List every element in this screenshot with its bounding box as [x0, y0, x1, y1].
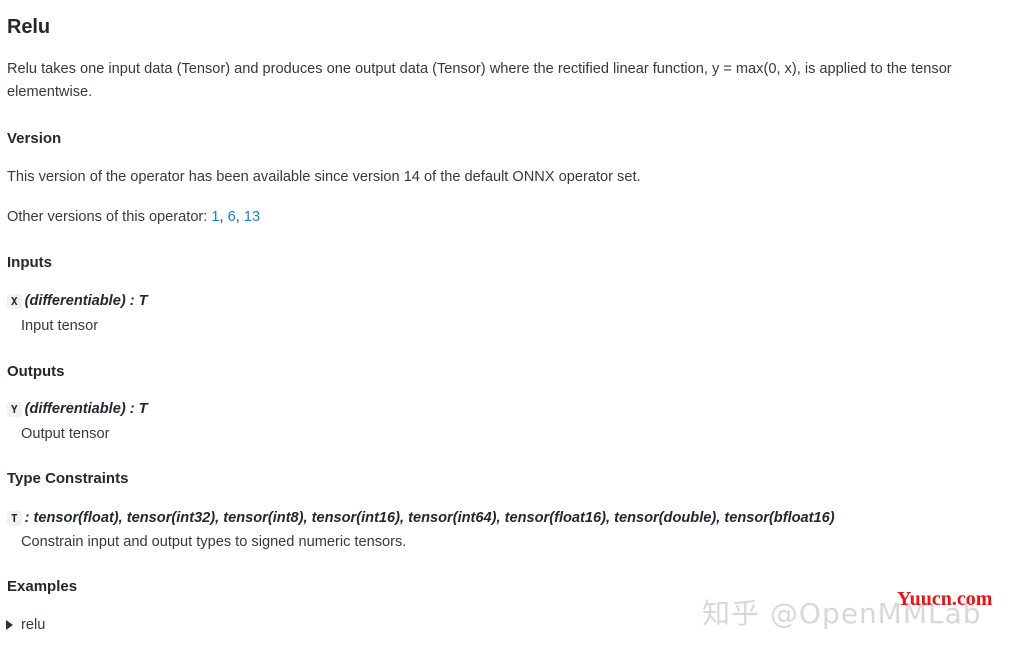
section-heading-examples: Examples [7, 578, 78, 595]
section-heading-type-constraints: Type Constraints [7, 470, 129, 487]
version-link-1[interactable]: 1 [211, 209, 219, 225]
version-link-6[interactable]: 6 [228, 209, 236, 225]
onnx-operator-doc: Relu Relu takes one input data (Tensor) … [0, 0, 1009, 654]
version-link-13[interactable]: 13 [244, 209, 260, 225]
input-param-x-description: Input tensor [21, 318, 99, 334]
page-title: Relu [7, 16, 50, 38]
version-availability-text: This version of the operator has been av… [7, 169, 641, 185]
watermark-zhihu: 知乎 @OpenMMLab [702, 597, 982, 630]
watermark-site: Yuucn.com [897, 588, 993, 610]
chevron-right-icon[interactable] [6, 620, 13, 630]
version-separator-2: , [235, 209, 244, 225]
output-param-y-signature: (differentiable) : T [24, 401, 148, 417]
operator-description: Relu takes one input data (Tensor) and p… [7, 61, 952, 100]
version-separator-1: , [219, 209, 228, 225]
type-constraint-t: T: tensor(float), tensor(int32), tensor(… [7, 508, 835, 528]
other-versions-label: Other versions of this operator: [7, 209, 212, 225]
input-param-x-signature: (differentiable) : T [24, 293, 148, 309]
type-constraint-t-name: T [7, 511, 22, 526]
section-heading-inputs: Inputs [7, 254, 52, 271]
example-item-relu[interactable]: relu [6, 615, 45, 635]
input-param-x: X (differentiable) : T [7, 291, 148, 311]
output-param-y-description: Output tensor [21, 426, 110, 442]
input-param-x-name: X [7, 294, 22, 309]
section-heading-outputs: Outputs [7, 363, 65, 380]
type-constraint-t-description: Constrain input and output types to sign… [21, 534, 407, 550]
example-item-label: relu [21, 617, 46, 633]
type-constraint-t-signature: : tensor(float), tensor(int32), tensor(i… [24, 510, 835, 526]
section-heading-version: Version [7, 130, 62, 147]
other-versions-line: Other versions of this operator: 1, 6, 1… [7, 206, 997, 229]
output-param-y: Y (differentiable) : T [7, 399, 148, 419]
output-param-y-name: Y [7, 402, 22, 417]
